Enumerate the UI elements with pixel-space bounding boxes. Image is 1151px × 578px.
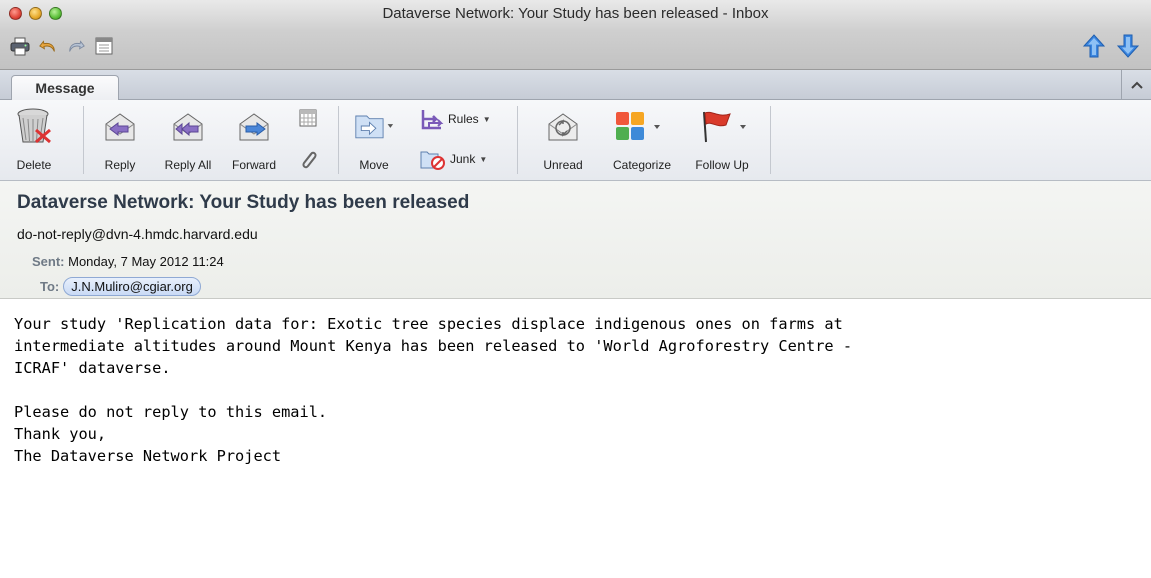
ribbon-tab-row: Message (0, 70, 1151, 101)
attachment-button[interactable] (298, 148, 318, 172)
title-bar: Dataverse Network: Your Study has been r… (0, 0, 1151, 70)
meeting-reply-button[interactable] (298, 108, 318, 128)
junk-icon (420, 151, 445, 170)
sent-label: Sent: (32, 254, 65, 269)
forward-button[interactable]: Forward (228, 106, 280, 172)
collapse-ribbon-button[interactable] (1121, 70, 1151, 100)
delete-button[interactable]: Delete (9, 106, 59, 172)
ribbon-divider (338, 106, 339, 174)
to-row: To: J.N.Muliro@cgiar.org (40, 277, 201, 296)
reply-label: Reply (104, 158, 136, 172)
rules-label: Rules (448, 112, 479, 126)
next-message-icon[interactable] (1116, 34, 1140, 58)
caret-down-icon: ▼ (479, 154, 488, 164)
unread-envelope-icon (543, 106, 583, 146)
ribbon-divider (517, 106, 518, 174)
move-button[interactable]: Move (348, 106, 400, 172)
sender-address[interactable]: do-not-reply@dvn-4.hmdc.harvard.edu (17, 226, 258, 242)
paperclip-icon (302, 151, 317, 169)
follow-up-button[interactable]: Follow Up (688, 106, 756, 172)
follow-up-label: Follow Up (695, 158, 749, 172)
previous-message-icon[interactable] (1082, 34, 1106, 58)
categorize-icon (612, 106, 672, 146)
reply-icon (100, 106, 140, 146)
categorize-label: Categorize (612, 158, 672, 172)
forward-icon (234, 106, 274, 146)
sent-value: Monday, 7 May 2012 11:24 (68, 254, 224, 269)
calendar-grid-icon (299, 109, 317, 127)
forward-label: Forward (231, 158, 276, 172)
message-subject: Dataverse Network: Your Study has been r… (17, 192, 470, 213)
junk-label: Junk (450, 152, 476, 166)
caret-down-icon: ▼ (482, 114, 491, 124)
reply-all-label: Reply All (164, 158, 212, 172)
window-title: Dataverse Network: Your Study has been r… (382, 5, 769, 22)
quick-access-toolbar (10, 36, 114, 56)
undo-icon[interactable] (38, 36, 58, 56)
delete-label: Delete (16, 158, 52, 172)
flag-icon (692, 106, 752, 146)
sent-row: Sent: Monday, 7 May 2012 11:24 (32, 254, 224, 269)
unread-button[interactable]: Unread (538, 106, 588, 172)
categorize-button[interactable]: Categorize (606, 106, 678, 172)
calendar-icon[interactable] (94, 36, 114, 56)
move-label: Move (359, 158, 389, 172)
to-label: To: (40, 279, 60, 294)
message-body: Your study 'Replication data for: Exotic… (14, 315, 853, 465)
folder-move-icon (354, 106, 394, 146)
trash-delete-icon (14, 106, 54, 146)
ribbon: Delete Reply Reply All Forward Move Rule… (0, 100, 1151, 181)
redo-icon[interactable] (66, 36, 86, 56)
tab-message[interactable]: Message (11, 75, 119, 101)
chevron-up-icon (1130, 81, 1143, 89)
ribbon-divider (770, 106, 771, 174)
message-navigation (1082, 34, 1140, 58)
reply-all-icon (168, 106, 208, 146)
reply-all-button[interactable]: Reply All (160, 106, 216, 172)
ribbon-divider (83, 106, 84, 174)
printer-icon[interactable] (10, 36, 30, 56)
message-header: Dataverse Network: Your Study has been r… (0, 181, 1151, 299)
rules-button[interactable]: Rules ▼ (420, 108, 491, 130)
rules-icon (421, 110, 444, 130)
recipient-chip[interactable]: J.N.Muliro@cgiar.org (63, 277, 201, 296)
unread-label: Unread (543, 158, 583, 172)
reply-button[interactable]: Reply (100, 106, 140, 172)
junk-button[interactable]: Junk ▼ (420, 148, 487, 170)
